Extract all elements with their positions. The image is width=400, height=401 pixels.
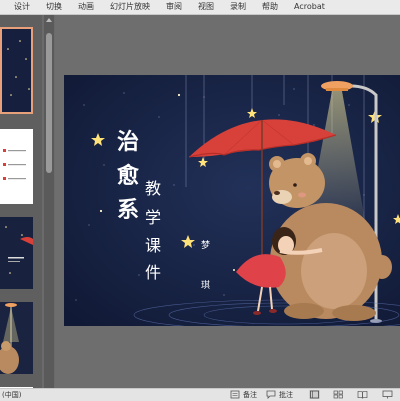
- scrollbar-thumb[interactable]: [46, 33, 52, 173]
- tab-transitions[interactable]: 切换: [38, 0, 70, 14]
- slide-thumbnail-pane: [0, 15, 42, 388]
- language-indicator[interactable]: (中国): [2, 390, 21, 400]
- slide-small-text-b: 琪: [201, 281, 211, 291]
- slide-small-text-a: 梦: [201, 241, 211, 251]
- status-bar: (中国) 备注 批注: [0, 388, 400, 401]
- tab-slideshow[interactable]: 幻灯片放映: [102, 0, 158, 14]
- thumb-1-art: [7, 40, 30, 96]
- ribbon-tabs: 设计 切换 动画 幻灯片放映 审阅 视图 录制 帮助 Acrobat: [0, 0, 400, 15]
- tab-help[interactable]: 帮助: [254, 0, 286, 14]
- reading-view-icon[interactable]: [357, 390, 368, 399]
- thumb-2-art: [3, 149, 26, 180]
- thumb-4-art: [0, 303, 19, 374]
- notes-icon[interactable]: [230, 390, 241, 399]
- tab-animations[interactable]: 动画: [70, 0, 102, 14]
- thumb-3-art: [5, 226, 33, 274]
- tab-view[interactable]: 视图: [190, 0, 222, 14]
- slide-thumbnail-1[interactable]: [0, 27, 33, 114]
- slide-thumbnail-2[interactable]: [0, 129, 33, 204]
- slide-subtitle-char-4: 件: [145, 263, 162, 282]
- tab-design[interactable]: 设计: [0, 0, 38, 14]
- slide-subtitle-char-1: 教: [145, 179, 162, 198]
- notes-button[interactable]: 备注: [243, 390, 257, 400]
- comments-button[interactable]: 批注: [279, 390, 293, 400]
- slide-subtitle-char-3: 课: [145, 236, 162, 255]
- slide-thumbnail-3[interactable]: [0, 217, 33, 289]
- thumbnail-scrollbar[interactable]: [44, 15, 54, 388]
- slide-subtitle-char-2: 学: [145, 208, 162, 227]
- slideshow-icon[interactable]: [382, 390, 393, 399]
- slide-sorter-icon[interactable]: [333, 390, 344, 399]
- slide-title-char-2: 愈: [117, 163, 140, 189]
- slide-illustration: [64, 75, 400, 326]
- comments-icon[interactable]: [266, 390, 277, 399]
- tab-review[interactable]: 审阅: [158, 0, 190, 14]
- slide-title-char-3: 系: [117, 197, 140, 223]
- current-slide[interactable]: 治 愈 系 教 学 课 件 梦 琪: [64, 75, 400, 326]
- slide-thumbnail-4[interactable]: [0, 302, 33, 374]
- scroll-up-arrow-icon[interactable]: [46, 18, 52, 22]
- normal-view-icon[interactable]: [309, 390, 320, 399]
- tab-acrobat[interactable]: Acrobat: [286, 0, 333, 14]
- slide-title-char-1: 治: [117, 129, 140, 155]
- tab-record[interactable]: 录制: [222, 0, 254, 14]
